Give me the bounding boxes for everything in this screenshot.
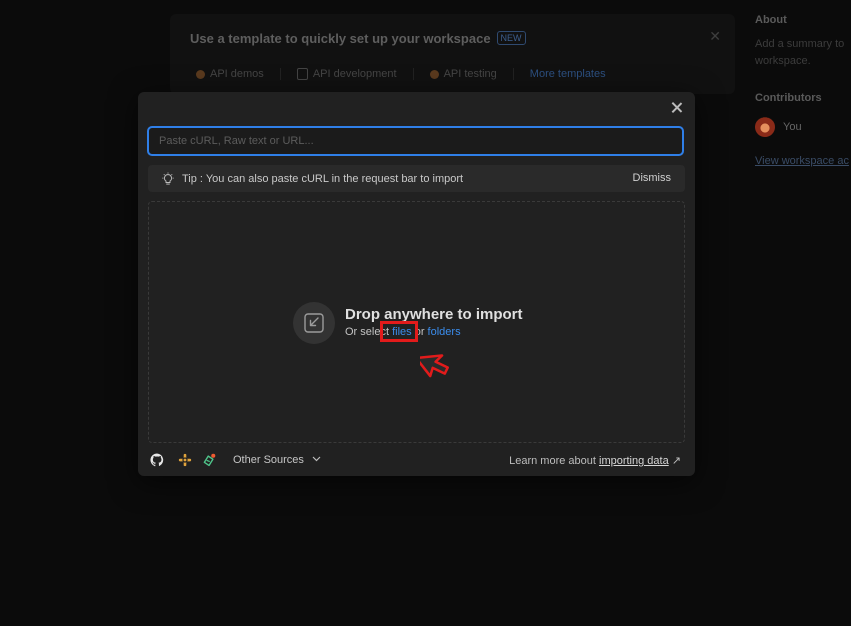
template-banner: Use a template to quickly set up your wo…: [170, 14, 735, 94]
import-drop-icon: [293, 302, 335, 344]
select-folders-link[interactable]: folders: [428, 326, 461, 338]
import-arrow-icon: [304, 313, 324, 333]
import-modal: Tip : You can also paste cURL in the req…: [138, 92, 695, 476]
contributor-item: You: [755, 117, 802, 137]
github-icon[interactable]: [150, 453, 164, 467]
workspace-activity-link[interactable]: View workspace ac: [755, 155, 849, 167]
modal-footer: Other Sources Learn more about importing…: [138, 444, 695, 476]
tip-text: Tip : You can also paste cURL in the req…: [182, 172, 464, 185]
template-label: API demos: [210, 68, 264, 80]
close-icon[interactable]: [669, 100, 685, 116]
new-badge: NEW: [496, 31, 526, 45]
banner-close-icon[interactable]: ✕: [709, 28, 721, 45]
paste-input[interactable]: [147, 126, 684, 156]
workspace-sidebar: About Add a summary to workspace. Contri…: [755, 14, 851, 167]
about-summary-line: workspace.: [755, 55, 811, 67]
postman-notification-icon[interactable]: [202, 453, 216, 467]
chevron-down-icon: [312, 456, 321, 462]
banner-title-text: Use a template to quickly set up your wo…: [190, 31, 491, 46]
cursor-arrow-icon: [420, 354, 449, 378]
lightbulb-icon: [162, 171, 174, 185]
document-icon: [296, 68, 308, 80]
contributor-name: You: [783, 121, 802, 133]
banner-title: Use a template to quickly set up your wo…: [190, 31, 526, 46]
api-demos-icon: [196, 69, 205, 79]
more-templates-link[interactable]: More templates: [530, 68, 622, 80]
about-summary-line: Add a summary to: [755, 38, 845, 50]
target-icon: [429, 69, 439, 79]
template-label: API development: [312, 68, 397, 80]
template-api-demos[interactable]: API demos: [196, 68, 281, 80]
contributors-heading: Contributors: [755, 92, 822, 104]
learn-prefix: Learn more about: [509, 455, 599, 467]
drop-title: Drop anywhere to import: [345, 306, 523, 323]
template-api-testing[interactable]: API testing: [429, 68, 514, 80]
template-api-development[interactable]: API development: [296, 68, 414, 80]
template-label: API testing: [443, 68, 497, 80]
other-sources-dropdown[interactable]: Other Sources: [233, 454, 321, 466]
about-heading: About: [755, 14, 787, 26]
about-summary[interactable]: Add a summary to workspace.: [755, 36, 851, 70]
tip-bar: Tip : You can also paste cURL in the req…: [148, 165, 685, 192]
dismiss-button[interactable]: Dismiss: [633, 172, 672, 184]
template-list: API demos API development API testing Mo…: [196, 68, 638, 80]
swagger-icon[interactable]: [178, 453, 192, 467]
learn-more: Learn more about importing data ↗: [509, 454, 681, 467]
external-link-icon: ↗: [668, 455, 681, 467]
highlight-box: [380, 321, 418, 342]
avatar: [755, 117, 775, 137]
importing-data-link[interactable]: importing data: [599, 455, 669, 467]
other-sources-label: Other Sources: [233, 454, 304, 466]
